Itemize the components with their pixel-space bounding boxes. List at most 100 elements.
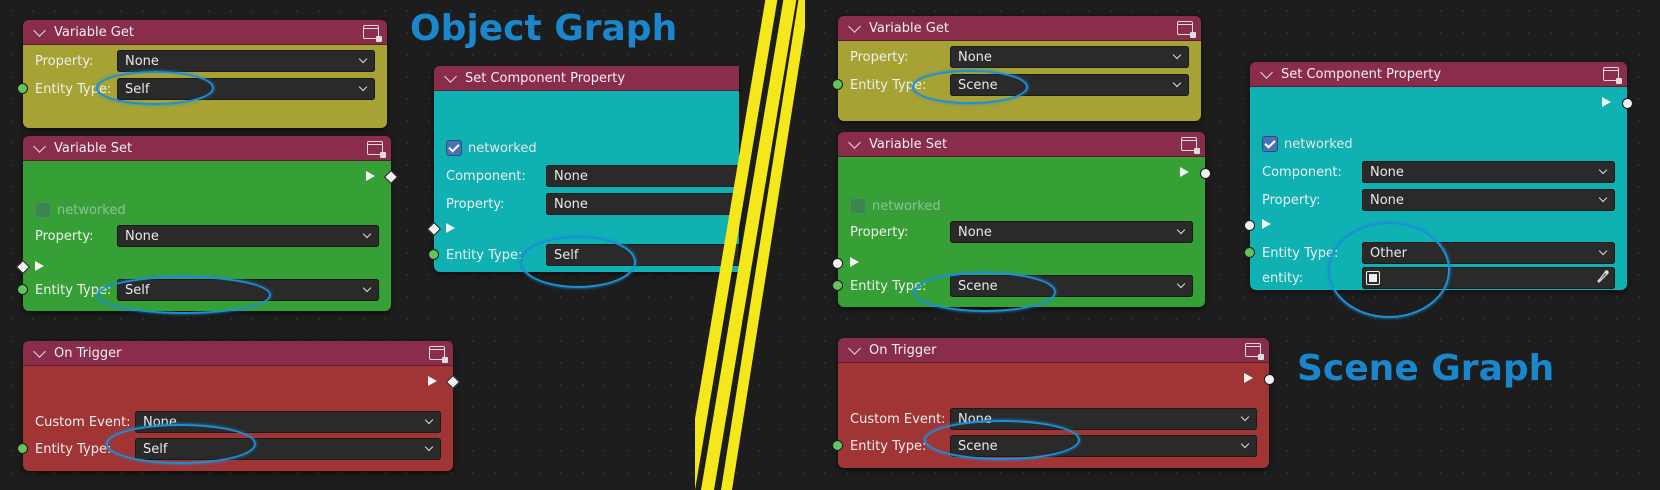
- node-title: Set Component Property: [1281, 66, 1442, 82]
- property-select[interactable]: None: [950, 221, 1193, 243]
- property-select[interactable]: None: [117, 50, 375, 72]
- networked-label: networked: [1284, 136, 1353, 152]
- node-header[interactable]: Variable Set: [838, 132, 1205, 157]
- property-label: Property:: [35, 53, 94, 69]
- collapse-chevron-icon[interactable]: [33, 23, 46, 37]
- dropdown-arrow-icon: [1176, 225, 1186, 235]
- property-select[interactable]: None: [1362, 189, 1615, 211]
- node-header[interactable]: On Trigger: [838, 338, 1269, 363]
- node-window-icon[interactable]: [1177, 21, 1196, 38]
- flow-output-arrow: [1602, 97, 1611, 107]
- highlight-circle: [96, 71, 214, 105]
- node-header[interactable]: Variable Get: [23, 20, 387, 45]
- object-graph-title: Object Graph: [410, 8, 678, 49]
- entity-input-socket[interactable]: [832, 280, 843, 291]
- highlight-circle: [106, 424, 256, 464]
- collapse-chevron-icon[interactable]: [444, 69, 457, 83]
- node-title: Variable Set: [54, 140, 133, 156]
- collapse-chevron-icon[interactable]: [33, 344, 46, 358]
- flow-input-socket[interactable]: [1244, 220, 1255, 231]
- node-header[interactable]: Variable Get: [838, 16, 1201, 41]
- node-title: Variable Get: [54, 24, 134, 40]
- networked-checkbox[interactable]: [35, 202, 51, 218]
- flow-output-socket[interactable]: [445, 374, 461, 390]
- highlight-circle: [520, 236, 636, 288]
- networked-checkbox[interactable]: [1262, 136, 1278, 152]
- dropdown-arrow-icon: [358, 54, 368, 64]
- node-title: Variable Get: [869, 20, 949, 36]
- flow-input-socket[interactable]: [426, 221, 442, 237]
- scene-variable-get-node[interactable]: Variable Get Property: None Entity Type:…: [832, 16, 1201, 121]
- collapse-chevron-icon[interactable]: [33, 139, 46, 153]
- collapse-chevron-icon[interactable]: [848, 341, 861, 355]
- dropdown-arrow-icon: [1598, 193, 1608, 203]
- object-variable-get-node[interactable]: Variable Get Property: None Entity Type:…: [17, 20, 387, 128]
- highlight-circle: [924, 420, 1080, 460]
- property-label: Property:: [35, 228, 94, 244]
- node-window-icon[interactable]: [367, 141, 386, 158]
- node-window-icon[interactable]: [1181, 137, 1200, 154]
- flow-output-socket[interactable]: [1264, 374, 1275, 385]
- component-label: Component:: [446, 168, 526, 184]
- node-window-icon[interactable]: [1245, 343, 1264, 360]
- entity-input-socket[interactable]: [832, 79, 843, 90]
- node-window-icon[interactable]: [1603, 67, 1622, 84]
- dropdown-arrow-icon: [1172, 50, 1182, 60]
- networked-checkbox[interactable]: [850, 198, 866, 214]
- flow-input-socket[interactable]: [832, 258, 843, 269]
- scene-graph-title: Scene Graph: [1297, 348, 1555, 389]
- node-title: Variable Set: [869, 136, 948, 152]
- dropdown-arrow-icon: [1240, 412, 1250, 422]
- entity-input-socket[interactable]: [17, 284, 28, 295]
- entity-input-socket[interactable]: [17, 83, 28, 94]
- custom-event-label: Custom Event:: [850, 411, 946, 427]
- component-label: Component:: [1262, 164, 1342, 180]
- node-header[interactable]: On Trigger: [23, 341, 453, 366]
- collapse-chevron-icon[interactable]: [848, 19, 861, 33]
- property-label: Property:: [446, 196, 505, 212]
- node-header[interactable]: Set Component Property: [1250, 62, 1627, 87]
- node-header[interactable]: Set Component Property: [434, 66, 739, 91]
- flow-output-arrow: [1180, 167, 1189, 177]
- dropdown-arrow-icon: [424, 415, 434, 425]
- node-title: Set Component Property: [465, 70, 626, 86]
- highlight-circle: [914, 272, 1056, 312]
- dropdown-arrow-icon: [362, 283, 372, 293]
- property-select[interactable]: None: [117, 225, 379, 247]
- flow-input-socket[interactable]: [15, 259, 31, 275]
- highlight-circle: [1328, 222, 1450, 318]
- dropdown-arrow-icon: [362, 229, 372, 239]
- networked-label: networked: [57, 202, 126, 218]
- entity-input-socket[interactable]: [832, 440, 843, 451]
- networked-checkbox[interactable]: [446, 140, 462, 156]
- collapse-chevron-icon[interactable]: [848, 135, 861, 149]
- entity-input-socket[interactable]: [428, 249, 439, 260]
- node-title: On Trigger: [869, 342, 937, 358]
- collapse-chevron-icon[interactable]: [1260, 65, 1273, 79]
- flow-output-arrow: [428, 376, 437, 386]
- flow-output-socket[interactable]: [1200, 168, 1211, 179]
- custom-event-label: Custom Event:: [35, 414, 131, 430]
- component-select[interactable]: None: [1362, 161, 1615, 183]
- node-window-icon[interactable]: [429, 346, 448, 363]
- highlight-circle: [97, 276, 271, 314]
- eyedropper-icon[interactable]: [1597, 270, 1609, 284]
- flow-output-socket[interactable]: [383, 169, 399, 185]
- flow-output-socket[interactable]: [1622, 98, 1633, 109]
- dropdown-arrow-icon: [1176, 279, 1186, 289]
- entity-input-socket[interactable]: [1244, 247, 1255, 258]
- node-window-icon[interactable]: [363, 25, 382, 42]
- flow-input-arrow: [446, 223, 455, 233]
- property-select[interactable]: None: [950, 46, 1189, 68]
- flow-output-arrow: [366, 171, 375, 181]
- dropdown-arrow-icon: [1240, 439, 1250, 449]
- property-label: Property:: [1262, 192, 1321, 208]
- highlight-circle: [912, 70, 1028, 104]
- dropdown-arrow-icon: [1598, 165, 1608, 175]
- dropdown-arrow-icon: [358, 82, 368, 92]
- property-label: Property:: [850, 224, 909, 240]
- dropdown-arrow-icon: [1172, 78, 1182, 88]
- node-header[interactable]: Variable Set: [23, 136, 391, 161]
- entity-input-socket[interactable]: [17, 443, 28, 454]
- graph-divider-stripes: [695, 0, 805, 490]
